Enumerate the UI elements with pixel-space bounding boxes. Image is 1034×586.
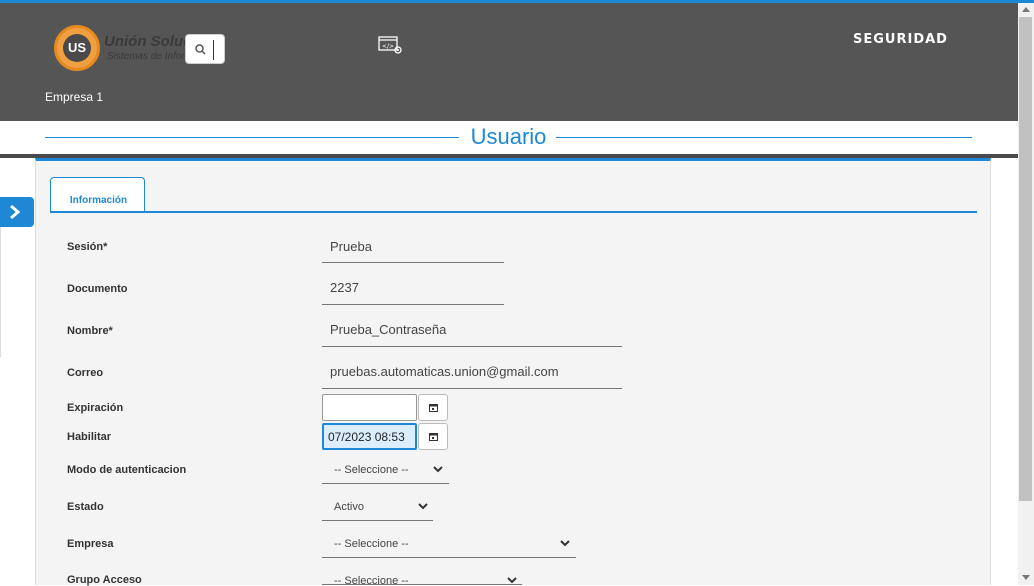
email-field[interactable]: pruebas.automaticas.union@gmail.com xyxy=(322,364,622,389)
expiration-date-input[interactable] xyxy=(322,394,417,421)
sidebar-toggle-button[interactable] xyxy=(0,197,34,227)
company-label: Empresa xyxy=(67,538,114,550)
session-label: Sesión* xyxy=(67,241,108,253)
auth-mode-select[interactable]: -- Seleccione -- xyxy=(322,458,449,484)
status-selected: Activo xyxy=(334,501,364,513)
enable-calendar-button[interactable] xyxy=(418,423,448,450)
search-icon xyxy=(195,44,206,55)
chevron-down-icon xyxy=(418,503,428,510)
access-group-selected: -- Seleccione -- xyxy=(334,575,409,585)
chevron-down-icon xyxy=(560,540,570,547)
developer-settings-icon[interactable]: </> xyxy=(378,36,404,56)
chevron-down-icon xyxy=(433,466,443,473)
logo-text: US xyxy=(63,34,91,62)
search-button[interactable] xyxy=(185,34,225,64)
expiration-calendar-button[interactable] xyxy=(418,394,448,421)
expiration-label: Expiración xyxy=(67,402,124,414)
status-label: Estado xyxy=(67,501,104,513)
scroll-down-arrow[interactable] xyxy=(1022,575,1030,580)
app-header: US Unión Soluciones Sistemas de Informac… xyxy=(0,3,1018,121)
brand-name: Unión Soluciones xyxy=(104,33,186,50)
email-label: Correo xyxy=(67,367,104,379)
access-group-label: Grupo Acceso xyxy=(67,574,142,586)
access-group-select[interactable]: -- Seleccione -- xyxy=(322,569,522,585)
page-scrollbar[interactable] xyxy=(1018,3,1034,585)
auth-mode-label: Modo de autenticacion xyxy=(67,464,187,476)
document-field[interactable]: 2237 xyxy=(322,280,504,305)
brand-subtitle: Sistemas de Información xyxy=(107,51,185,62)
status-select[interactable]: Activo xyxy=(322,495,433,521)
svg-text:</>: </> xyxy=(382,43,394,50)
sidebar-edge xyxy=(0,227,1,357)
chevron-down-icon xyxy=(507,577,517,584)
document-label: Documento xyxy=(67,283,128,295)
scroll-thumb[interactable] xyxy=(1019,17,1032,501)
chevron-right-icon xyxy=(10,204,21,220)
session-field[interactable]: Prueba xyxy=(322,239,504,263)
company-logo[interactable]: US xyxy=(54,25,100,71)
calendar-icon xyxy=(429,404,438,412)
tab-informacion[interactable]: Información xyxy=(50,177,145,213)
module-title: SEGURIDAD xyxy=(853,32,948,47)
name-label: Nombre* xyxy=(67,325,113,337)
page-title-bar: Usuario xyxy=(45,125,972,149)
company-name: Empresa 1 xyxy=(45,90,104,104)
name-field[interactable]: Prueba_Contraseña xyxy=(322,322,622,347)
tab-underline xyxy=(50,211,977,213)
enable-label: Habilitar xyxy=(67,431,112,443)
page-title: Usuario xyxy=(470,124,547,149)
company-selected: -- Seleccione -- xyxy=(334,538,409,550)
auth-mode-selected: -- Seleccione -- xyxy=(334,464,409,476)
scroll-up-arrow[interactable] xyxy=(1022,7,1030,12)
search-cursor xyxy=(213,40,214,60)
tab-label: Información xyxy=(69,195,128,206)
enable-date-input[interactable]: 07/2023 08:53 xyxy=(322,423,417,450)
calendar-icon xyxy=(429,433,438,441)
company-select[interactable]: -- Seleccione -- xyxy=(322,532,576,558)
